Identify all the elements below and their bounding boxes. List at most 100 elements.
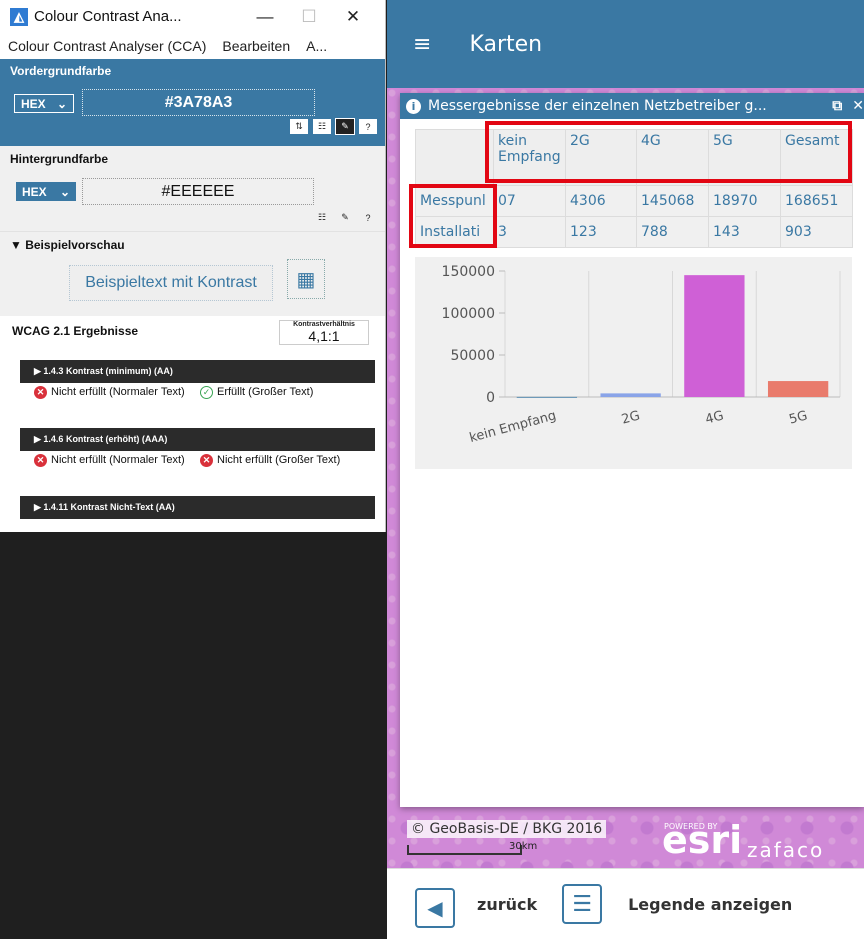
contrast-ratio-value: 4,1:1 xyxy=(308,328,340,344)
chart-bar xyxy=(684,275,745,397)
y-tick-label: 50000 xyxy=(450,348,495,364)
cca-titlebar: ◭ Colour Contrast Ana... — ☐ ✕ xyxy=(0,0,385,33)
results-section: WCAG 2.1 Ergebnisse Kontrastverhältnis 4… xyxy=(0,316,385,519)
contrast-ratio-label: Kontrastverhältnis xyxy=(293,321,355,328)
result-text: Nicht erfüllt (Normaler Text) xyxy=(51,386,185,398)
criterion-1-4-6-results: ✕ Nicht erfüllt (Normaler Text) ✕ Nicht er… xyxy=(34,454,373,496)
restore-window-icon[interactable]: ⧉ xyxy=(832,98,842,114)
chart-bar xyxy=(767,381,829,397)
highlight-box-headers xyxy=(485,121,852,183)
result-text: Nicht erfüllt (Großer Text) xyxy=(217,454,341,466)
chart-bar xyxy=(600,393,661,397)
eyedropper-icon[interactable]: ✎ xyxy=(336,210,354,225)
result-text: Nicht erfüllt (Normaler Text) xyxy=(51,454,185,466)
bottom-bar: ◀ zurück ☰ Legende anzeigen xyxy=(387,868,864,939)
y-tick-label: 150000 xyxy=(442,264,495,280)
criterion-1-4-3-results: ✕ Nicht erfüllt (Normaler Text) ✓ Erfüllt … xyxy=(34,386,373,428)
hamburger-menu-icon[interactable]: ≡ xyxy=(413,32,431,57)
background-format-select[interactable]: HEX ⌄ xyxy=(16,182,76,201)
table-cell: 4306 xyxy=(565,185,637,217)
result-text: Erfüllt (Großer Text) xyxy=(217,386,314,398)
fail-icon: ✕ xyxy=(200,454,213,467)
criterion-1-4-6[interactable]: ▶ 1.4.6 Kontrast (erhöht) (AAA) xyxy=(20,428,375,451)
chevron-down-icon: ⌄ xyxy=(59,184,70,199)
table-cell: 143 xyxy=(708,216,781,248)
help-icon[interactable]: ? xyxy=(359,210,377,225)
criterion-1-4-3[interactable]: ▶ 1.4.3 Kontrast (minimum) (AA) xyxy=(20,360,375,383)
foreground-label: Vordergrundfarbe xyxy=(10,64,112,78)
chevron-down-icon: ⌄ xyxy=(56,96,67,111)
x-tick-label: kein Empfang xyxy=(468,408,558,446)
map-app: ≡ Karten i Messergebnisse der einzelnen … xyxy=(387,0,864,939)
background-hex-input[interactable]: #EEEEEE xyxy=(82,178,314,205)
cca-window: ◭ Colour Contrast Ana... — ☐ ✕ Colour Co… xyxy=(0,0,386,532)
preview-section: ▼ Beispielvorschau Beispieltext mit Kont… xyxy=(0,231,385,316)
background-tools: ☷ ✎ ? xyxy=(313,210,377,225)
pass-icon: ✓ xyxy=(200,386,213,399)
chart-icon[interactable]: ▦ xyxy=(287,259,325,299)
chart-bar xyxy=(516,396,578,398)
background-format-value: HEX xyxy=(22,184,47,199)
eyedropper-icon[interactable]: ✎ xyxy=(335,118,355,135)
bar-chart: 0 50000 100000 150000 kein Empfang 2G 4G 5G xyxy=(415,257,852,469)
back-arrow-icon[interactable]: ◀ xyxy=(415,888,455,928)
foreground-section: Vordergrundfarbe HEX ⌄ #3A78A3 ⇅ ☷ ✎ ? xyxy=(0,59,385,146)
swap-colors-icon[interactable]: ⇅ xyxy=(290,119,308,134)
preview-toggle[interactable]: ▼ Beispielvorschau xyxy=(10,238,375,252)
dialog-header: i Messergebnisse der einzelnen Netzbetre… xyxy=(400,93,864,119)
fail-icon: ✕ xyxy=(34,454,47,467)
color-sliders-icon[interactable]: ☷ xyxy=(313,119,331,134)
highlight-box-row-labels xyxy=(409,184,497,248)
menu-edit[interactable]: Bearbeiten xyxy=(222,38,290,54)
criterion-1-4-11[interactable]: ▶ 1.4.11 Kontrast Nicht-Text (AA) xyxy=(20,496,375,519)
sample-text: Beispieltext mit Kontrast xyxy=(69,265,273,301)
background-label: Hintergrundfarbe xyxy=(10,152,109,166)
foreground-tools: ⇅ ☷ ✎ ? xyxy=(290,118,377,135)
esri-logo: POWERED BY esri xyxy=(662,818,742,862)
table-cell: 145068 xyxy=(636,185,709,217)
foreground-format-select[interactable]: HEX ⌄ xyxy=(14,94,74,113)
legend-list-icon[interactable]: ☰ xyxy=(562,884,603,924)
foreground-hex-input[interactable]: #3A78A3 xyxy=(82,89,315,116)
bar-chart-svg: 0 50000 100000 150000 kein Empfang 2G 4G 5G xyxy=(442,264,841,446)
zafaco-logo: zafaco xyxy=(747,838,825,862)
table-cell: 788 xyxy=(636,216,709,248)
close-icon[interactable]: ✕ xyxy=(331,7,375,27)
scale-bar xyxy=(407,845,522,855)
table-cell: 903 xyxy=(780,216,853,248)
scale-label: 30km xyxy=(509,841,538,852)
color-sliders-icon[interactable]: ☷ xyxy=(313,210,331,225)
legend-button[interactable]: Legende anzeigen xyxy=(628,895,792,914)
menu-app[interactable]: Colour Contrast Analyser (CCA) xyxy=(8,38,206,54)
cca-app-icon: ◭ xyxy=(10,7,28,26)
x-tick-label: 5G xyxy=(788,408,810,427)
table-cell: 123 xyxy=(565,216,637,248)
table-cell: 168651 xyxy=(780,185,853,217)
menu-more[interactable]: A... xyxy=(306,38,327,54)
cca-window-title: Colour Contrast Ana... xyxy=(34,8,182,25)
x-tick-label: 2G xyxy=(620,408,642,427)
help-icon[interactable]: ? xyxy=(359,119,377,134)
y-tick-label: 0 xyxy=(486,390,495,406)
y-tick-label: 100000 xyxy=(442,306,495,322)
dialog-title: Messergebnisse der einzelnen Netzbetreib… xyxy=(428,98,767,114)
esri-powered: POWERED BY xyxy=(664,822,718,831)
background-section: Hintergrundfarbe HEX ⌄ #EEEEEE ☷ ✎ ? xyxy=(0,146,385,231)
info-icon: i xyxy=(406,98,421,114)
map-credits: © GeoBasis-DE / BKG 2016 xyxy=(407,820,607,838)
back-button[interactable]: zurück xyxy=(477,895,537,914)
maximize-icon[interactable]: ☐ xyxy=(287,7,331,27)
close-icon[interactable]: ✕ xyxy=(852,98,864,114)
x-tick-label: 4G xyxy=(704,408,726,427)
fail-icon: ✕ xyxy=(34,386,47,399)
table-header-empty xyxy=(415,129,494,186)
contrast-ratio-box: Kontrastverhältnis 4,1:1 xyxy=(279,320,369,345)
minimize-icon[interactable]: — xyxy=(243,7,287,27)
table-cell: 3 xyxy=(493,216,566,248)
page-title: Karten xyxy=(469,31,543,57)
table-cell: 07 xyxy=(493,185,566,217)
app-header: ≡ Karten xyxy=(387,0,864,88)
foreground-format-value: HEX xyxy=(21,96,46,111)
table-cell: 18970 xyxy=(708,185,781,217)
cca-menubar: Colour Contrast Analyser (CCA) Bearbeite… xyxy=(0,33,385,59)
